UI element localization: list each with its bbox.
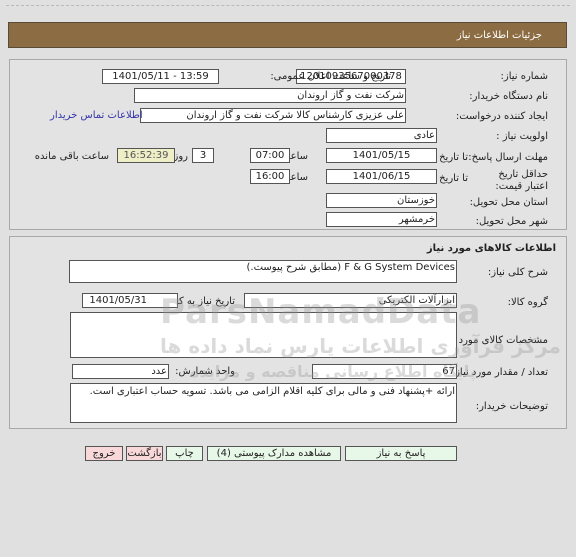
buyer-org-field: شرکت نفت و گاز اروندان xyxy=(134,88,406,103)
priority-label: اولویت نیاز : xyxy=(496,131,548,142)
back-button[interactable]: بازگشت xyxy=(126,446,163,461)
buyer-notes-field: ارائه +پشنهاد فنی و مالی برای کلیه اقلام… xyxy=(70,383,457,423)
price-validity-to-label: تا تاریخ : xyxy=(432,173,468,184)
province-label: استان محل تحویل: xyxy=(469,197,548,208)
specs-field xyxy=(70,312,457,358)
price-validity-date-field: 1401/06/15 xyxy=(326,169,437,184)
page-header: جزئیات اطلاعات نیاز xyxy=(8,22,567,48)
need-info-panel: شماره نیاز: 1201093567000378 تاریخ و ساع… xyxy=(9,59,567,230)
reply-time-field: 07:00 xyxy=(250,148,290,163)
request-creator-field: علی عزیزی کارشناس کالا شرکت نفت و گاز ار… xyxy=(140,108,406,123)
exit-button[interactable]: خروج xyxy=(85,446,123,461)
quantity-label: تعداد / مقدار مورد نیاز: xyxy=(451,367,548,378)
goods-info-panel: اطلاعات کالاهای مورد نیاز شرح کلی نیاز: … xyxy=(9,236,567,429)
quantity-field: 67 xyxy=(312,364,457,379)
days-remaining-field: 3 xyxy=(192,148,214,163)
general-desc-field: F & G System Devices (مطابق شرح پیوست.) xyxy=(69,260,457,283)
reply-to-need-button[interactable]: پاسخ به نیاز xyxy=(345,446,457,461)
reply-to-date-label: تا تاریخ : xyxy=(432,152,468,163)
goods-group-field: ابزارآلات الکتریکی xyxy=(244,293,457,308)
need-date-field: 1401/05/31 xyxy=(82,293,178,308)
unit-field: عدد xyxy=(72,364,169,379)
view-attachments-button[interactable]: مشاهده مدارک پیوستی (4) xyxy=(207,446,341,461)
city-label: شهر محل تحویل: xyxy=(475,216,548,227)
remaining-time-field: 16:52:39 xyxy=(117,148,175,163)
remaining-time-label: ساعت باقی مانده xyxy=(34,151,109,162)
priority-field: عادی xyxy=(326,128,437,143)
city-field: خرمشهر xyxy=(326,212,437,227)
announce-date-field: 1401/05/11 - 13:59 xyxy=(102,69,219,84)
goods-group-label: گروه کالا: xyxy=(507,297,548,308)
top-divider xyxy=(6,5,570,6)
page-title: جزئیات اطلاعات نیاز xyxy=(456,30,542,41)
price-validity-label: حداقل تاریخ اعتبار قیمت: xyxy=(495,169,548,192)
print-button[interactable]: چاپ xyxy=(166,446,203,461)
general-desc-label: شرح کلی نیاز: xyxy=(487,267,548,278)
buyer-notes-label: توضیحات خریدار: xyxy=(475,401,548,412)
province-field: خوزستان xyxy=(326,193,437,208)
announce-date-label: تاریخ و ساعت اعلان عمومی: xyxy=(270,71,391,82)
general-desc-text: F & G System Devices (مطابق شرح پیوست.) xyxy=(246,262,455,273)
price-validity-time-field: 16:00 xyxy=(250,169,290,184)
unit-label: واحد شمارش: xyxy=(175,366,235,377)
reply-deadline-label: مهلت ارسال پاسخ: xyxy=(468,152,548,163)
reply-date-field: 1401/05/15 xyxy=(326,148,437,163)
goods-section-title: اطلاعات کالاهای مورد نیاز xyxy=(426,243,556,254)
request-creator-label: ایجاد کننده درخواست: xyxy=(455,111,548,122)
need-number-label: شماره نیاز: xyxy=(500,71,549,82)
buyer-org-label: نام دستگاه خریدار: xyxy=(469,91,548,102)
buyer-contact-link[interactable]: اطلاعات تماس خریدار xyxy=(50,110,143,121)
